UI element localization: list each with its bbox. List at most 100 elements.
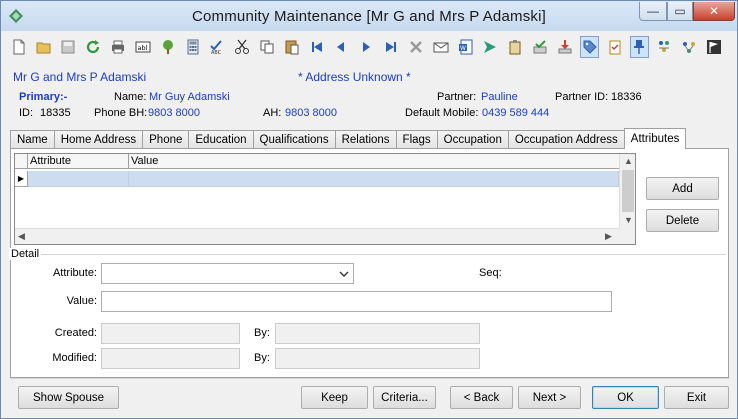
spellcheck-icon[interactable]: ABC [208,36,227,58]
tab-occupation-address[interactable]: Occupation Address [507,130,624,149]
delete-button[interactable]: Delete [646,209,719,232]
bottom-separator [10,378,729,379]
created-label: Created: [54,327,97,339]
title-bar[interactable]: Community Maintenance [Mr G and Mrs P Ad… [1,1,737,31]
tab-flags[interactable]: Flags [395,130,437,149]
word-document-icon[interactable]: W [456,36,475,58]
created-field [101,323,240,344]
svg-text:ABC: ABC [211,50,222,55]
forward-icon[interactable] [481,36,500,58]
scroll-left-icon[interactable]: ◀ [18,231,25,242]
family-icon[interactable] [655,36,674,58]
phone-bh-label: Phone BH: [94,107,148,119]
value-input[interactable] [101,291,612,312]
svg-text:W: W [460,45,466,52]
back-button[interactable]: < Back [450,386,513,409]
seq-label: Seq: [479,267,502,279]
default-mobile-value: 0439 589 444 [482,107,550,119]
previous-record-icon[interactable] [332,36,351,58]
next-record-icon[interactable] [357,36,376,58]
column-header-value[interactable]: Value [129,154,618,168]
clipboard-icon[interactable] [506,36,525,58]
id-value: 18335 [40,107,71,119]
created-by-field [275,323,480,344]
tag-icon[interactable] [580,36,600,58]
close-button[interactable]: ✕ [693,2,735,21]
column-header-attribute[interactable]: Attribute [28,154,129,168]
address-status: * Address Unknown * [298,70,411,84]
tab-education[interactable]: Education [188,130,253,149]
vertical-scrollbar[interactable]: ▲ ▼ [619,154,635,228]
chevron-down-icon[interactable] [337,267,351,281]
vertical-scroll-thumb[interactable] [622,170,634,212]
delete-icon[interactable] [406,36,425,58]
cell-attribute[interactable] [28,171,129,187]
name-value: Mr Guy Adamski [149,91,230,103]
relations-icon[interactable] [679,36,698,58]
maximize-button[interactable]: ▭ [667,2,693,21]
toolbar: abl ABC W [9,33,729,61]
modified-by-label: By: [254,352,270,364]
partner-label: Partner: [437,91,477,103]
next-button[interactable]: Next > [518,386,581,409]
scroll-right-icon[interactable]: ▶ [605,231,612,242]
tab-phone[interactable]: Phone [142,130,189,149]
tab-relations[interactable]: Relations [334,130,396,149]
partner-id-value: 18336 [611,91,642,103]
name-label: Name: [114,91,147,103]
attributes-grid[interactable]: Attribute Value ▶ ▲ ▼ ◀ ▶ [14,153,636,245]
first-record-icon[interactable] [307,36,326,58]
tab-qualifications[interactable]: Qualifications [252,130,335,149]
tab-name[interactable]: Name [10,130,54,149]
tab-strip: Name Home Address Phone Education Qualif… [10,128,687,149]
scrollbar-corner [619,228,635,244]
scroll-up-icon[interactable]: ▲ [624,156,633,166]
open-folder-icon[interactable] [34,36,53,58]
email-icon[interactable] [431,36,450,58]
download-icon[interactable] [555,36,574,58]
scroll-down-icon[interactable]: ▼ [624,215,633,225]
print-icon[interactable] [108,36,127,58]
svg-text:abl: abl [137,44,147,52]
horizontal-scrollbar[interactable]: ◀ ▶ [15,228,619,244]
paste-icon[interactable] [282,36,301,58]
modified-label: Modified: [52,352,97,364]
keep-button[interactable]: Keep [301,386,368,409]
cut-icon[interactable] [232,36,251,58]
partner-id-label: Partner ID: [555,91,609,103]
cell-value[interactable] [129,171,619,187]
calculator-icon[interactable] [183,36,202,58]
community-maintenance-window: Community Maintenance [Mr G and Mrs P Ad… [0,0,738,419]
criteria-button[interactable]: Criteria... [373,386,436,409]
row-indicator-icon: ▶ [15,171,28,187]
pin-icon[interactable] [629,36,650,58]
tab-home-address[interactable]: Home Address [53,130,143,149]
show-spouse-button[interactable]: Show Spouse [18,386,119,409]
value-label: Value: [66,295,97,307]
new-document-icon[interactable] [9,36,28,58]
minimize-button[interactable]: — [639,2,667,21]
ok-button[interactable]: OK [592,386,659,409]
attribute-combo[interactable] [101,263,354,284]
tab-occupation[interactable]: Occupation [436,130,508,149]
display-name: Mr G and Mrs P Adamski [13,70,147,84]
exit-button[interactable]: Exit [664,386,729,409]
table-row[interactable]: ▶ [15,171,619,187]
phone-bh-value: 9803 8000 [148,107,200,119]
save-icon[interactable] [59,36,78,58]
checklist-icon[interactable] [605,36,624,58]
tree-icon[interactable] [158,36,177,58]
refresh-icon[interactable] [83,36,102,58]
flag-icon[interactable] [704,36,723,58]
text-field-icon[interactable]: abl [133,36,152,58]
add-button[interactable]: Add [646,177,719,200]
copy-icon[interactable] [257,36,276,58]
approve-icon[interactable] [530,36,549,58]
ah-label: AH: [263,107,282,119]
ah-value: 9803 8000 [285,107,337,119]
tab-attributes[interactable]: Attributes [623,128,687,149]
attribute-label: Attribute: [52,267,97,279]
default-mobile-label: Default Mobile: [405,107,479,119]
last-record-icon[interactable] [381,36,400,58]
partner-value: Pauline [481,91,518,103]
